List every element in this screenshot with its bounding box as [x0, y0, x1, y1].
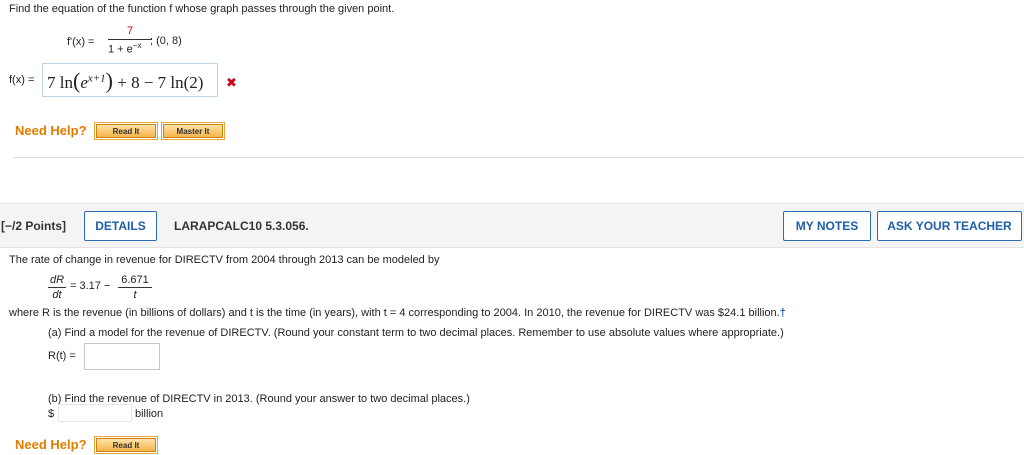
part-b-input[interactable]: [58, 404, 132, 422]
rate-numerator: 6.671: [121, 274, 149, 286]
need-help-label: Need Help?: [15, 437, 87, 452]
fraction-line: [118, 287, 152, 288]
question2-header: [−/2 Points] DETAILS LARAPCALC10 5.3.056…: [0, 203, 1024, 248]
derivative-denominator: 1 + e−x: [108, 41, 142, 56]
rate-equation-mid: = 3.17 −: [70, 280, 111, 292]
need-help-label: Need Help?: [15, 123, 87, 138]
part-a-text: (a) Find a model for the revenue of DIRE…: [48, 327, 784, 339]
dR-label: dR: [49, 274, 65, 286]
question2-intro: The rate of change in revenue for DIRECT…: [9, 254, 440, 266]
ask-teacher-button[interactable]: ASK YOUR TEACHER: [877, 211, 1022, 241]
incorrect-icon: ✖: [226, 75, 237, 90]
question1-prompt: Find the equation of the function f whos…: [9, 3, 395, 15]
part-a-label: R(t) =: [48, 350, 76, 362]
my-notes-button[interactable]: MY NOTES: [783, 211, 871, 241]
read-it-button[interactable]: Read It: [94, 122, 158, 140]
problem-code: LARAPCALC10 5.3.056.: [174, 219, 309, 233]
section-divider: [14, 157, 1024, 158]
footnote-link[interactable]: †: [780, 307, 786, 319]
given-point: ; (0, 8): [150, 35, 182, 47]
part-a-input[interactable]: [84, 343, 160, 370]
dollar-sign: $: [48, 408, 55, 420]
details-button[interactable]: DETAILS: [84, 211, 157, 241]
answer-label: f(x) =: [9, 74, 35, 86]
master-it-button[interactable]: Master It: [161, 122, 225, 140]
fraction-line: [108, 39, 152, 40]
points-label: [−/2 Points]: [1, 219, 67, 233]
dt-label: dt: [52, 289, 62, 301]
billion-unit: billion: [135, 408, 164, 420]
answer-field[interactable]: 7 ln(ex+1) + 8 − 7 ln(2): [42, 63, 218, 97]
answer-expression: 7 ln(ex+1) + 8 − 7 ln(2): [47, 68, 204, 93]
question2-where: where R is the revenue (in billions of d…: [9, 307, 786, 319]
derivative-numerator: 7: [126, 25, 134, 37]
read-it-button[interactable]: Read It: [94, 436, 158, 454]
derivative-label: f'(x) =: [67, 36, 95, 48]
rate-denominator: t: [133, 289, 137, 301]
fraction-line: [48, 287, 66, 288]
